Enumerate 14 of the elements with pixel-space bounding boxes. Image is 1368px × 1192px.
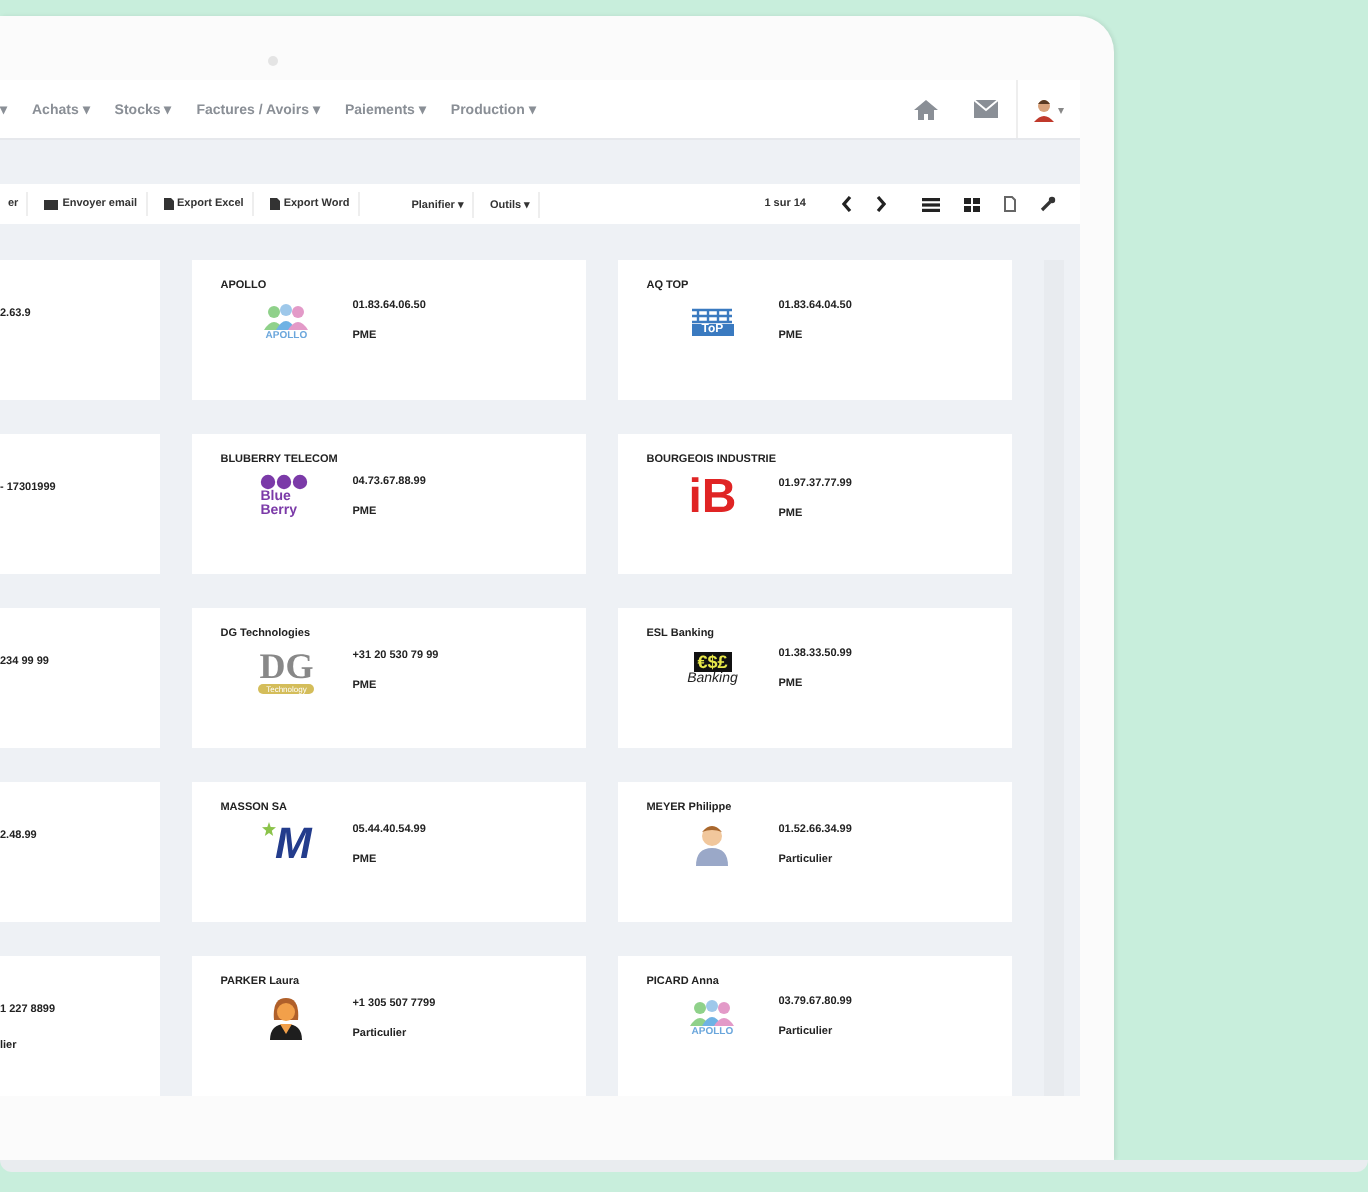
company-logo: M [261, 822, 312, 866]
person-icon [694, 822, 731, 866]
user-avatar-icon[interactable] [1034, 97, 1054, 121]
document-icon [269, 198, 280, 210]
previous-icon[interactable] [842, 196, 852, 212]
home-icon[interactable] [914, 99, 938, 119]
document-icon[interactable] [1004, 196, 1016, 212]
list-view-icon[interactable] [922, 197, 940, 211]
grid-view-icon[interactable] [964, 197, 980, 211]
wrench-icon[interactable] [1040, 196, 1056, 212]
document-icon [163, 198, 173, 210]
company-logo: iB [688, 474, 737, 522]
next-icon[interactable] [876, 196, 886, 212]
person-icon [268, 996, 305, 1040]
